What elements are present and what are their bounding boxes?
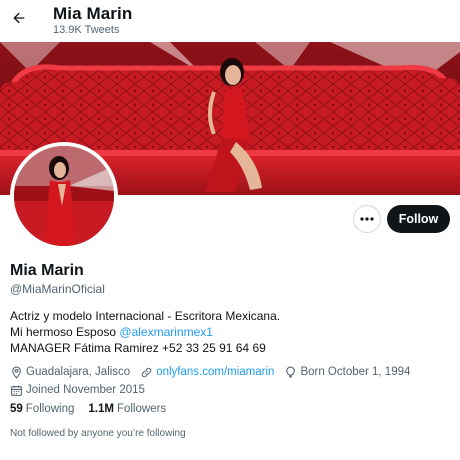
social-context: Not followed by anyone you’re following — [10, 428, 186, 439]
mention-link[interactable]: @alexmarinmex1 — [119, 325, 213, 339]
avatar-image — [14, 146, 114, 246]
bio-line-1: Actriz y modelo Internacional - Escritor… — [10, 309, 281, 323]
back-button[interactable] — [9, 8, 29, 28]
following-link[interactable]: 59 Following — [10, 403, 74, 415]
follow-stats: 59 Following 1.1M Followers — [10, 403, 180, 415]
joined-item: Joined November 2015 — [10, 382, 145, 398]
followers-link[interactable]: 1.1M Followers — [88, 403, 166, 415]
bio-line-2: Mi hermoso Esposo @alexmarinmex1 — [10, 324, 280, 340]
bio-line-2-text: Mi hermoso Esposo — [10, 325, 120, 339]
profile-meta: Guadalajara, Jalisco onlyfans.com/miamar… — [10, 364, 450, 398]
follow-button[interactable]: Follow — [387, 205, 450, 233]
profile-bio: Actriz y modelo Internacional - Escritor… — [10, 308, 280, 356]
birthday-text: Born October 1, 1994 — [300, 366, 411, 378]
more-horizontal-icon — [360, 217, 374, 221]
calendar-icon — [11, 385, 22, 396]
top-bar: Mia Marin 13.9K Tweets — [0, 0, 460, 42]
followers-count: 1.1M — [88, 403, 114, 415]
profile-display-name: Mia Marin — [10, 262, 84, 279]
more-options-button[interactable] — [353, 205, 381, 233]
location-text: Guadalajara, Jalisco — [26, 366, 131, 378]
location-item: Guadalajara, Jalisco — [10, 364, 130, 380]
bio-line-3: MANAGER Fátima Ramirez +52 33 25 91 64 6… — [10, 341, 266, 355]
following-label: Following — [25, 403, 75, 415]
avatar[interactable] — [10, 142, 118, 250]
tweet-count: 13.9K Tweets — [53, 24, 120, 36]
following-count: 59 — [10, 403, 23, 415]
joined-text: Joined November 2015 — [26, 384, 145, 396]
followers-label: Followers — [116, 403, 167, 415]
balloon-icon — [286, 366, 296, 378]
arrow-left-icon — [13, 12, 25, 24]
website-item[interactable]: onlyfans.com/miamarin — [140, 364, 274, 380]
link-icon — [141, 367, 152, 377]
profile-handle: @MiaMarinOficial — [10, 282, 105, 296]
birthday-item: Born October 1, 1994 — [284, 364, 410, 380]
location-pin-icon — [12, 366, 21, 379]
header-title: Mia Marin — [53, 4, 133, 23]
website-link[interactable]: onlyfans.com/miamarin — [156, 364, 274, 380]
